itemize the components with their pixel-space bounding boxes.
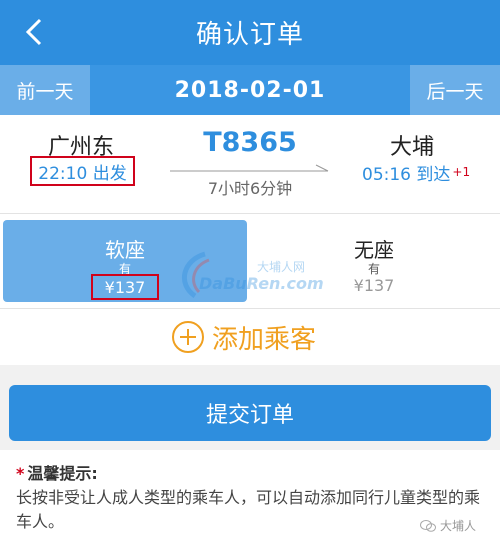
page-title: 确认订单 bbox=[195, 20, 304, 50]
arrow-right-icon bbox=[170, 164, 329, 172]
date-bar: 前一天 2018-02-01 后一天 bbox=[0, 65, 500, 115]
wechat-icon bbox=[420, 519, 436, 532]
required-star: * bbox=[16, 464, 25, 483]
prev-day-button[interactable]: 前一天 bbox=[0, 65, 90, 115]
seat-name: 软座 bbox=[105, 238, 145, 262]
tips-body: 长按非受让人成人类型的乘车人，可以自动添加同行儿童类型的乘车人。 bbox=[16, 488, 481, 531]
seat-option-standing[interactable]: 无座 有 ¥137 bbox=[250, 220, 498, 302]
current-date[interactable]: 2018-02-01 bbox=[90, 65, 410, 115]
departure-time: 22:10 出发 bbox=[30, 156, 135, 186]
arrival-time: 05:16 到达 +1 bbox=[362, 160, 470, 185]
add-passenger-label: 添加乘客 bbox=[212, 324, 317, 355]
wechat-watermark: 大埔人 bbox=[420, 517, 476, 534]
trip-duration: 7小时6分钟 bbox=[207, 179, 293, 198]
plus-circle-icon bbox=[172, 321, 204, 353]
seat-availability: 有 bbox=[367, 262, 380, 276]
trip-info: 广州东 22:10 出发 T8365 7小时6分钟 大埔 05:16 到达 +1 bbox=[0, 115, 500, 213]
wechat-label: 大埔人 bbox=[440, 519, 477, 533]
back-button[interactable] bbox=[18, 14, 54, 50]
add-passenger-button[interactable]: 添加乘客 bbox=[172, 317, 316, 357]
arrival-time-text: 05:16 到达 bbox=[362, 165, 451, 185]
chevron-left-icon bbox=[25, 18, 42, 46]
arrival-station: 大埔 bbox=[390, 135, 435, 160]
tips-title-text: 温馨提示: bbox=[27, 464, 98, 483]
next-day-badge: +1 bbox=[452, 165, 471, 179]
seat-options: 软座 有 ¥137 无座 有 ¥137 bbox=[0, 213, 500, 308]
seat-price: ¥137 bbox=[91, 274, 159, 300]
add-passenger-row: 添加乘客 bbox=[0, 308, 500, 365]
submit-order-button[interactable]: 提交订单 bbox=[9, 385, 491, 441]
seat-price: ¥137 bbox=[353, 276, 395, 295]
top-bar: 确认订单 bbox=[0, 0, 500, 65]
train-number[interactable]: T8365 bbox=[200, 127, 300, 158]
seat-option-soft[interactable]: 软座 有 ¥137 bbox=[3, 220, 247, 302]
seat-name: 无座 bbox=[354, 238, 394, 262]
tips-title: * 温馨提示: bbox=[16, 460, 98, 484]
next-day-button[interactable]: 后一天 bbox=[410, 65, 500, 115]
